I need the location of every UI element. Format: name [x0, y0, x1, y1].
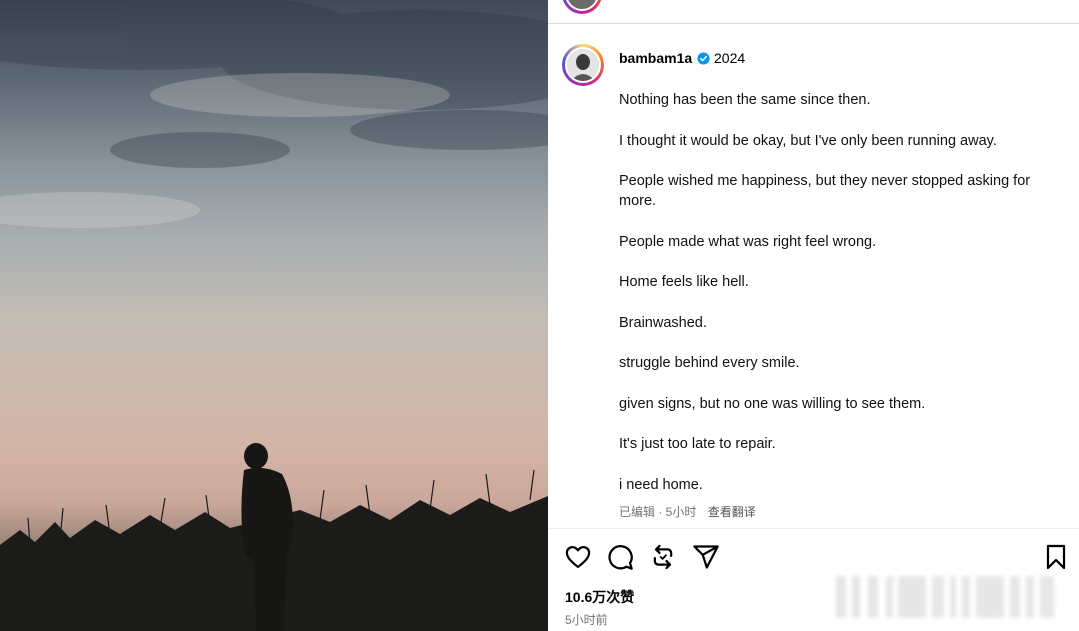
- post-photo: [0, 0, 548, 631]
- caption-line: It's just too late to repair.: [619, 436, 776, 452]
- avatar-photo: [565, 47, 601, 83]
- previous-avatar[interactable]: [562, 0, 602, 14]
- bookmark-icon[interactable]: [1044, 543, 1068, 571]
- caption-line: Brainwashed.: [619, 314, 707, 331]
- post-detail-panel: bambam1a 2024 Nothing has been the same …: [548, 0, 1079, 631]
- post-time: 5小时前: [565, 613, 608, 627]
- caption-line: I thought it would be okay, but I've onl…: [619, 132, 997, 149]
- like-count[interactable]: 10.6万次赞: [565, 587, 634, 607]
- repost-icon[interactable]: [649, 543, 677, 571]
- caption-line: i need home.: [619, 476, 703, 493]
- silhouette-landscape-image: [0, 0, 548, 631]
- caption-line: given signs, but no one was willing to s…: [619, 395, 926, 412]
- avatar[interactable]: [562, 44, 604, 86]
- caption-line: Nothing has been the same since then.: [619, 92, 871, 108]
- edited-label: 已编辑 · 5小时: [619, 505, 697, 519]
- verified-badge-icon: [697, 52, 710, 65]
- see-translation-link[interactable]: 查看翻译: [708, 505, 756, 519]
- comment-icon[interactable]: [606, 543, 634, 571]
- heart-icon[interactable]: [564, 543, 592, 571]
- post-year: 2024: [714, 50, 746, 66]
- post-meta: 已编辑 · 5小时 查看翻译: [619, 503, 756, 520]
- username[interactable]: bambam1a: [619, 50, 692, 66]
- send-icon[interactable]: [692, 543, 720, 571]
- blurred-watermark: [834, 574, 1060, 620]
- previous-comment-header: [548, 0, 1079, 24]
- caption-line: People wished me happiness, but they nev…: [619, 173, 1031, 209]
- caption-line: People made what was right feel wrong.: [619, 233, 877, 250]
- caption-line: Home feels like hell.: [619, 274, 749, 290]
- divider: [548, 528, 1079, 529]
- caption-line: struggle behind every smile.: [619, 355, 800, 371]
- post-caption: Nothing has been the same since then. I …: [619, 90, 1059, 515]
